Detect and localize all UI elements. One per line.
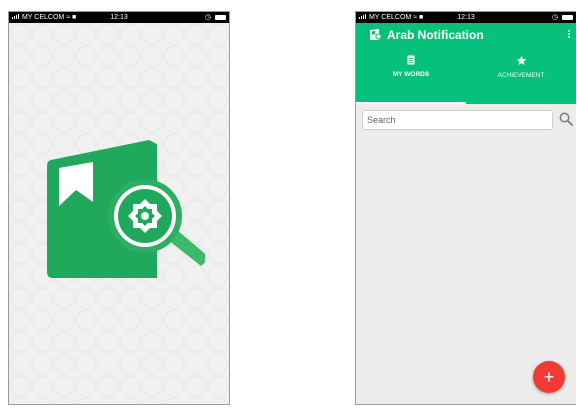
- star-icon: [516, 55, 526, 65]
- app-bar: Arab Notification MY WORDS ACHIEVEMENT: [356, 23, 576, 104]
- splash-background: [9, 23, 229, 404]
- battery-icon: [215, 14, 226, 20]
- app-title: Arab Notification: [387, 28, 484, 42]
- search-input[interactable]: [362, 110, 553, 130]
- tab-bar: MY WORDS ACHIEVEMENT: [356, 49, 576, 104]
- overflow-menu-icon[interactable]: [568, 29, 570, 39]
- alarm-icon: ◷: [551, 14, 559, 21]
- status-time: 12:13: [110, 14, 128, 21]
- tab-achievement[interactable]: ACHIEVEMENT: [466, 49, 576, 104]
- status-bar: MY CELCOM ≈ ■ 12:13 ◷: [9, 12, 229, 23]
- search-row: [362, 110, 576, 132]
- status-time: 12:13: [457, 14, 475, 21]
- book-magnifier-logo: [47, 140, 205, 278]
- main-screen: MY CELCOM ≈ ■ 12:13 ◷ Arab Notification: [355, 11, 576, 405]
- words-list-area: +: [356, 104, 576, 404]
- status-right: ◷: [552, 12, 573, 23]
- alarm-icon: ◷: [204, 14, 212, 21]
- add-word-button[interactable]: +: [533, 361, 565, 393]
- document-icon: [407, 55, 415, 65]
- tab-label: ACHIEVEMENT: [497, 72, 545, 79]
- search-icon[interactable]: [559, 112, 573, 126]
- status-bar: MY CELCOM ≈ ■ 12:13 ◷: [356, 12, 576, 23]
- app-logo-icon: [370, 29, 382, 40]
- title-row: Arab Notification: [356, 23, 576, 49]
- battery-icon: [562, 14, 573, 20]
- tab-my-words[interactable]: MY WORDS: [356, 49, 466, 104]
- status-right: ◷: [205, 12, 226, 23]
- splash-screen: MY CELCOM ≈ ■ 12:13 ◷: [8, 11, 230, 405]
- tab-label: MY WORDS: [392, 71, 430, 78]
